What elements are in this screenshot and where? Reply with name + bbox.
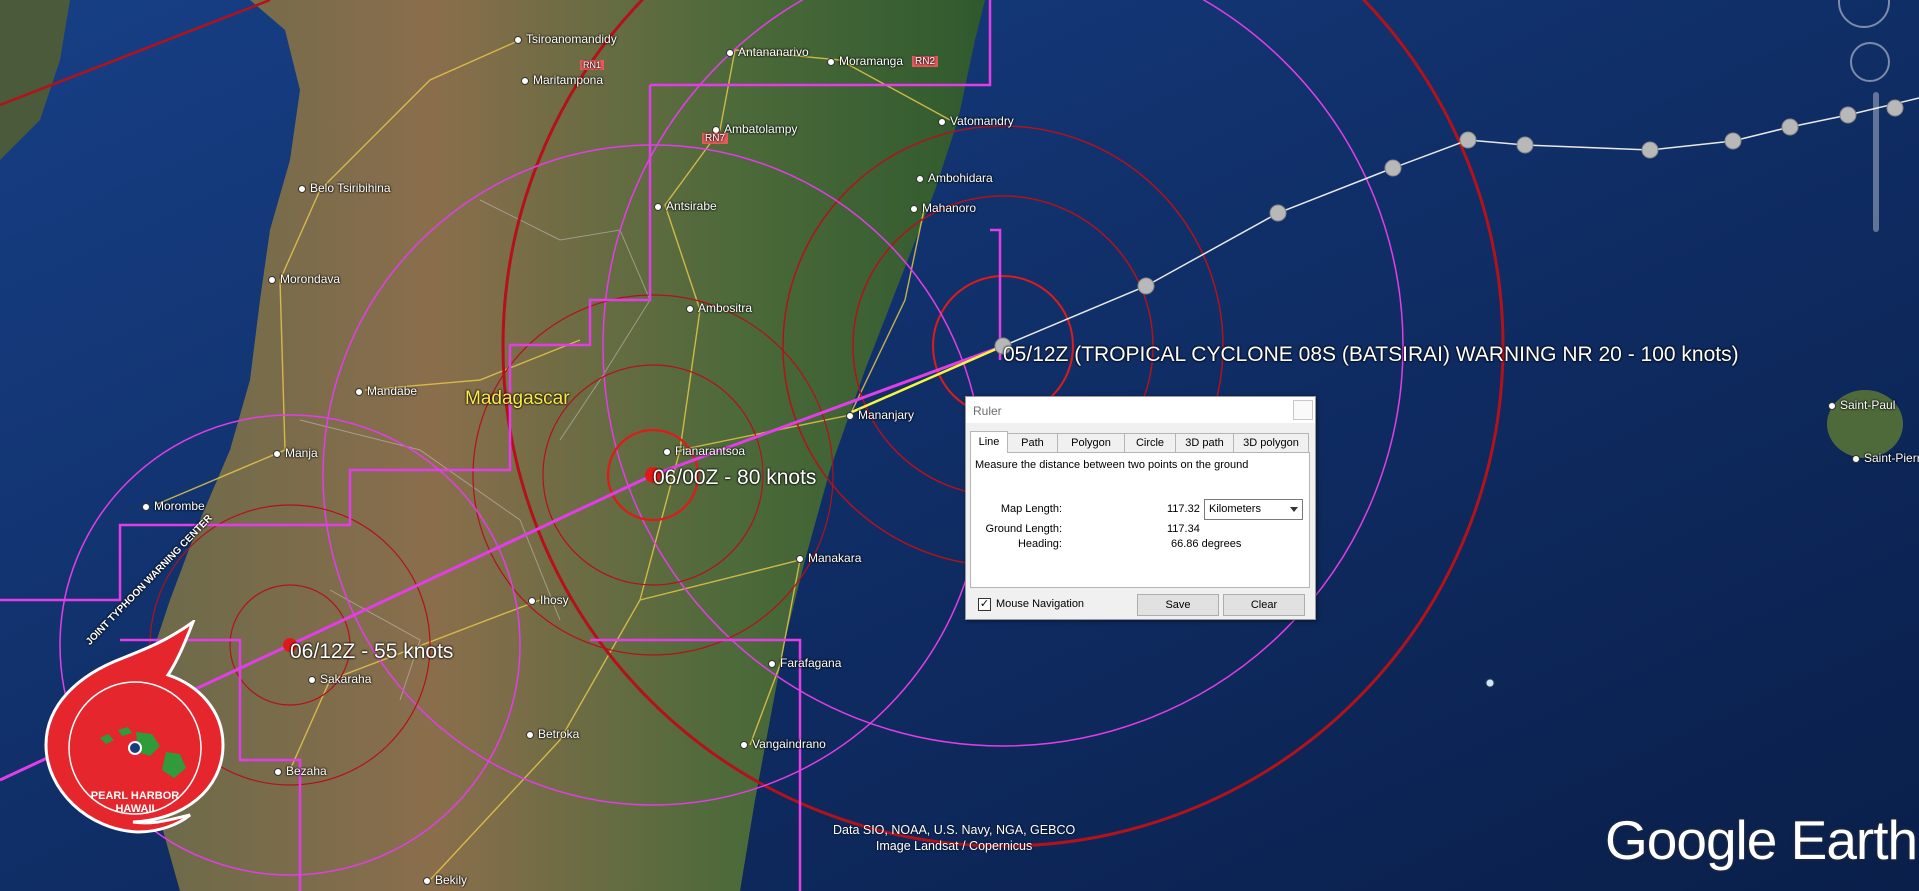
place-label: Vangaindrano: [752, 737, 826, 751]
map-view[interactable]: Tsiroanomandidy Antananarivo Moramanga Mari…: [0, 0, 1919, 891]
clear-button[interactable]: Clear: [1223, 594, 1305, 616]
ruler-title: Ruler: [973, 404, 1002, 418]
place-label: Sakaraha: [320, 672, 372, 686]
place-marker[interactable]: [1852, 455, 1860, 463]
place-label: Morondava: [280, 272, 341, 286]
place-label: Ambatolampy: [724, 122, 798, 136]
place-label: Ambohidara: [928, 171, 993, 185]
ruler-panel: Measure the distance between two points …: [970, 452, 1310, 588]
place-label: Saint-Paul: [1840, 398, 1896, 412]
save-button[interactable]: Save: [1137, 594, 1219, 616]
place-label: Farafagana: [780, 656, 842, 670]
place-marker[interactable]: [308, 676, 316, 684]
tab-3d-polygon[interactable]: 3D polygon: [1233, 433, 1309, 452]
place-marker[interactable]: [768, 660, 776, 668]
place-marker[interactable]: [846, 412, 854, 420]
forecast-label-current: 05/12Z (TROPICAL CYCLONE 08S (BATSIRAI) …: [1003, 343, 1739, 366]
place-marker[interactable]: [726, 49, 734, 57]
credit-line-1: Data SIO, NOAA, U.S. Navy, NGA, GEBCO: [833, 823, 1076, 837]
ground-length-value: 117.34: [1167, 523, 1200, 535]
place-label: Moramanga: [839, 54, 904, 68]
tab-circle[interactable]: Circle: [1124, 433, 1176, 452]
close-button[interactable]: [1293, 400, 1313, 420]
place-label: Mandabe: [367, 384, 418, 398]
place-label: Antananarivo: [738, 45, 809, 59]
tab-3d-path[interactable]: 3D path: [1175, 433, 1234, 452]
place-marker[interactable]: [938, 118, 946, 126]
forecast-label-06-12z: 06/12Z - 55 knots: [290, 640, 454, 663]
ruler-description: Measure the distance between two points …: [975, 459, 1249, 471]
place-label: Vatomandry: [950, 114, 1014, 128]
tab-polygon[interactable]: Polygon: [1057, 433, 1125, 452]
place-marker[interactable]: [526, 731, 534, 739]
map-length-value: 117.32: [1167, 503, 1200, 515]
place-label: Manakara: [808, 551, 862, 565]
place-label: Bekily: [435, 873, 468, 887]
place-marker[interactable]: [528, 597, 536, 605]
place-label: Mahanoro: [922, 201, 977, 215]
ground-length-label: Ground Length:: [985, 523, 1062, 535]
jtwc-location: PEARL HARBOR HAWAII: [70, 790, 200, 816]
heading-label: Heading:: [1017, 538, 1062, 550]
road-label-rn1: RN1: [580, 60, 605, 70]
place-label: Bezaha: [286, 764, 327, 778]
place-marker[interactable]: [686, 305, 694, 313]
forecast-label-06-00z: 06/00Z - 80 knots: [653, 466, 817, 489]
tab-line[interactable]: Line: [970, 431, 1008, 453]
place-label: Fianarantsoa: [675, 444, 746, 458]
place-marker[interactable]: [355, 388, 363, 396]
place-label: Ihosy: [540, 593, 569, 607]
place-marker[interactable]: [142, 503, 150, 511]
credit-line-2: Image Landsat / Copernicus: [875, 839, 1033, 853]
place-label: Morombe: [154, 499, 205, 513]
jtwc-line-1: PEARL HARBOR: [90, 790, 180, 802]
road-label-rn2: RN2: [912, 56, 939, 67]
place-marker[interactable]: [663, 448, 671, 456]
place-label: Ambositra: [698, 301, 753, 315]
look-control[interactable]: [1850, 42, 1890, 82]
road-label-rn7: RN7: [702, 133, 729, 144]
map-length-label: Map Length:: [1000, 503, 1062, 515]
ocean-marker: [1485, 678, 1495, 688]
unit-select-value: Kilometers: [1209, 503, 1261, 515]
google-earth-logo: Google Earth: [1605, 809, 1918, 871]
ruler-dialog[interactable]: Ruler Line Path Polygon Circle 3D path 3…: [965, 396, 1316, 620]
place-marker[interactable]: [827, 58, 835, 66]
unit-select[interactable]: Kilometers: [1204, 499, 1303, 520]
chevron-down-icon: [1290, 507, 1298, 512]
place-marker[interactable]: [274, 768, 282, 776]
mouse-navigation-checkbox[interactable]: ✓: [978, 598, 991, 611]
zoom-slider[interactable]: [1873, 92, 1879, 232]
place-label: Maritampona: [533, 73, 604, 87]
place-marker[interactable]: [423, 877, 431, 885]
place-label: Saint-Pierre: [1864, 451, 1919, 465]
place-marker[interactable]: [1828, 402, 1836, 410]
jtwc-line-2: HAWAII: [115, 803, 155, 815]
tab-path[interactable]: Path: [1007, 433, 1058, 452]
place-label: Betroka: [538, 727, 580, 741]
place-marker[interactable]: [514, 36, 522, 44]
place-marker[interactable]: [796, 555, 804, 563]
place-label: Tsiroanomandidy: [526, 32, 617, 46]
place-label: Manja: [285, 446, 318, 460]
place-marker[interactable]: [654, 203, 662, 211]
place-marker[interactable]: [268, 276, 276, 284]
place-marker[interactable]: [740, 741, 748, 749]
place-marker[interactable]: [521, 77, 529, 85]
heading-value: 66.86 degrees: [1171, 538, 1242, 550]
place-marker[interactable]: [916, 175, 924, 183]
imagery-credit: Data SIO, NOAA, U.S. Navy, NGA, GEBCO Im…: [833, 822, 1075, 854]
mouse-navigation-label: Mouse Navigation: [996, 598, 1085, 610]
place-label: Antsirabe: [666, 199, 717, 213]
place-marker[interactable]: [298, 185, 306, 193]
place-marker[interactable]: [273, 450, 281, 458]
country-label: Madagascar: [465, 388, 570, 409]
place-label: Belo Tsiribihina: [310, 181, 391, 195]
place-marker[interactable]: [910, 205, 918, 213]
ruler-titlebar[interactable]: Ruler: [966, 397, 1315, 423]
place-label: Mananjary: [858, 408, 915, 422]
